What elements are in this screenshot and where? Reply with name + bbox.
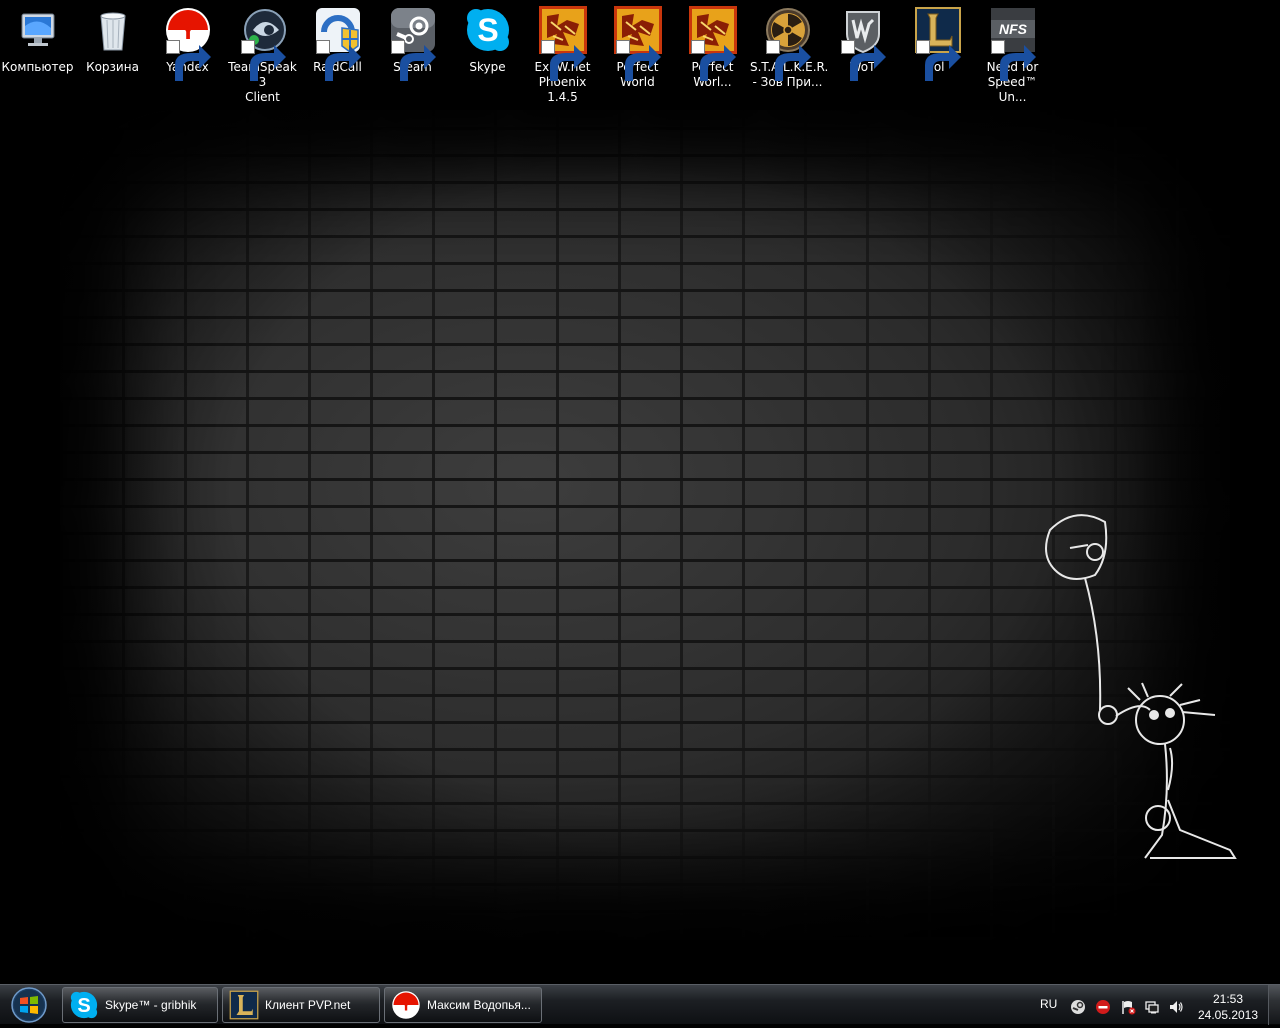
desktop-icon-stalker[interactable]: S.T.A.L.K.E.R. - Зов При...: [750, 6, 828, 98]
taskbar-button-label: Клиент PVP.net: [265, 998, 351, 1012]
taskbar: S Skype™ - gribhik Клиент PVP.net Y Макс…: [0, 984, 1280, 1025]
language-indicator[interactable]: RU: [1040, 997, 1057, 1011]
windows-start-orb-icon: [11, 987, 47, 1023]
desktop-icon-label: Корзина: [86, 60, 139, 74]
recycle-bin-icon: [99, 12, 126, 51]
show-desktop-button[interactable]: [1268, 985, 1280, 1025]
start-button[interactable]: [4, 986, 54, 1024]
taskbar-button-skype[interactable]: S Skype™ - gribhik: [62, 987, 218, 1023]
svg-text:S: S: [477, 12, 498, 48]
computer-icon: [21, 13, 54, 46]
volume-icon[interactable]: [1168, 999, 1184, 1015]
taskbar-button-label: Максим Водопья...: [427, 998, 531, 1012]
skype-icon: S: [69, 990, 99, 1020]
desktop-icon-teamspeak[interactable]: TeamSpeak 3 Client: [225, 6, 300, 104]
shortcut-arrow-icon: [165, 40, 211, 81]
shortcut-arrow-icon: [915, 40, 961, 81]
desktop-wallpaper: [0, 0, 1280, 984]
desktop-icon-nfs[interactable]: NFS Need for Speed™ Un...: [975, 6, 1050, 104]
action-center-flag-icon[interactable]: [1120, 999, 1136, 1015]
svg-text:Y: Y: [401, 997, 412, 1015]
shortcut-arrow-icon: [990, 40, 1036, 81]
shortcut-arrow-icon: [765, 40, 811, 81]
desktop-icon-steam[interactable]: Steam: [375, 6, 450, 98]
shortcut-arrow-icon: [315, 40, 361, 81]
svg-text:NFS: NFS: [999, 21, 1028, 37]
child-with-balloon-drawing: [1045, 514, 1237, 859]
desktop-icon-recycle-bin[interactable]: Корзина: [75, 6, 150, 98]
shortcut-arrow-icon: [615, 40, 661, 81]
shortcut-arrow-icon: [540, 40, 586, 81]
taskbar-button-yandex[interactable]: Y Максим Водопья...: [384, 987, 542, 1023]
network-icon[interactable]: [1144, 999, 1160, 1015]
skype-icon: S: [466, 9, 509, 51]
league-of-legends-icon: [229, 990, 259, 1020]
clock-date: 24.05.2013: [1197, 1008, 1259, 1022]
blocked-tray-icon[interactable]: [1095, 999, 1111, 1015]
shortcut-arrow-icon: [840, 40, 886, 81]
desktop-icon-computer[interactable]: Компьютер: [0, 6, 75, 98]
shortcut-arrow-icon: [390, 40, 436, 81]
desktop-icon-skype[interactable]: S Skype: [450, 6, 525, 98]
taskbar-button-pvp-client[interactable]: Клиент PVP.net: [222, 987, 380, 1023]
clock-time: 21:53: [1212, 992, 1244, 1006]
steam-tray-icon[interactable]: [1070, 999, 1086, 1015]
desktop-icon-raidcall[interactable]: RaidCall: [300, 6, 375, 98]
desktop-icon-label: Компьютер: [1, 60, 74, 74]
shortcut-arrow-icon: [240, 40, 286, 81]
shortcut-arrow-icon: [690, 40, 736, 81]
desktop-icon-perfect-world-2[interactable]: Perfect Worl...: [675, 6, 750, 98]
desktop-icon-perfect-world[interactable]: Perfect World: [600, 6, 675, 98]
desktop-icon-lol[interactable]: lol: [900, 6, 975, 98]
desktop-icon-label: Skype: [469, 60, 506, 74]
desktop-icon-yandex[interactable]: Y Yandex: [150, 6, 225, 98]
yandex-icon: Y: [391, 990, 421, 1020]
taskbar-button-label: Skype™ - gribhik: [105, 998, 197, 1012]
desktop-icon-expw[interactable]: ExPW.net Phoenix 1.4.5: [525, 6, 600, 104]
svg-text:S: S: [77, 995, 90, 1017]
desktop-icon-wot[interactable]: WoT: [825, 6, 900, 98]
system-clock[interactable]: 21:53 24.05.2013: [1192, 991, 1264, 1023]
